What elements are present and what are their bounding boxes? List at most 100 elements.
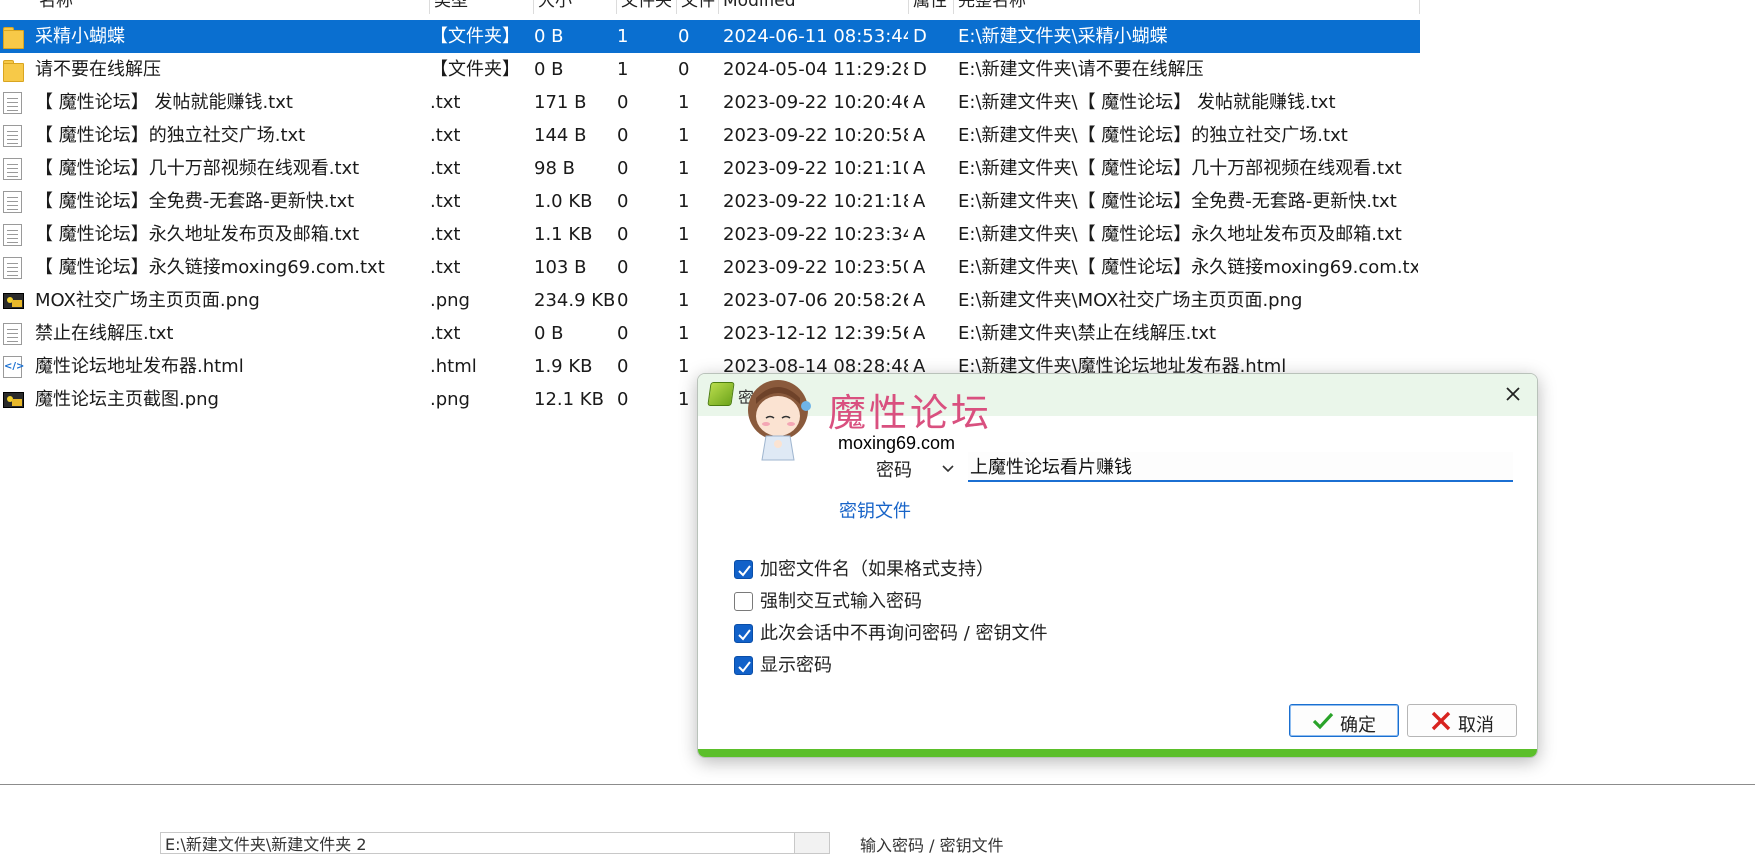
- modified-date: 2023-09-22 10:23:50: [723, 257, 908, 278]
- file-type: .txt: [430, 191, 461, 212]
- file-row[interactable]: 【 魔性论坛】全免费-无套路-更新快.txt .txt 1.0 KB 0 1 2023-0…: [0, 185, 1420, 218]
- text-file-icon: [3, 257, 22, 279]
- file-row[interactable]: 【 魔性论坛】几十万部视频在线观看.txt .txt 98 B 0 1 2023-09-2…: [0, 152, 1420, 185]
- checkbox-encrypt-filenames[interactable]: [734, 560, 753, 579]
- cancel-button[interactable]: 取消: [1407, 704, 1517, 737]
- folder-count: 0: [617, 290, 629, 311]
- file-size: 0 B: [534, 26, 564, 47]
- file-name: 【 魔性论坛】的独立社交广场.txt: [35, 125, 306, 146]
- folder-icon: [3, 26, 24, 49]
- checkbox-show-password[interactable]: [734, 656, 753, 675]
- full-path: E:\新建文件夹\【 魔性论坛】永久地址发布页及邮箱.txt: [958, 224, 1402, 245]
- file-name: 【 魔性论坛】永久地址发布页及邮箱.txt: [35, 224, 360, 245]
- column-header-type[interactable]: 类型: [430, 0, 534, 14]
- file-size: 0 B: [534, 59, 564, 80]
- file-row[interactable]: 采精小蝴蝶 【文件夹】 0 B 1 0 2024-06-11 08:53:44 D E:\新建…: [0, 20, 1420, 53]
- text-file-icon: [3, 224, 22, 246]
- folder-count: 0: [617, 191, 629, 212]
- password-input[interactable]: [968, 452, 1513, 482]
- file-type: .png: [430, 290, 470, 311]
- column-header-size[interactable]: 大小: [534, 0, 617, 14]
- folder-icon: [3, 59, 24, 82]
- modified-date: 2023-09-22 10:23:34: [723, 224, 908, 245]
- file-row[interactable]: MOX社交广场主页页面.png .png 234.9 KB 0 1 2023-07-06 …: [0, 284, 1420, 317]
- file-size: 1.9 KB: [534, 356, 593, 377]
- file-name: 【 魔性论坛】几十万部视频在线观看.txt: [35, 158, 360, 179]
- output-path-field[interactable]: E:\新建文件夹\新建文件夹 2: [160, 832, 796, 854]
- full-path: E:\新建文件夹\MOX社交广场主页页面.png: [958, 290, 1303, 311]
- folder-count: 0: [617, 158, 629, 179]
- cross-icon: [1431, 711, 1451, 731]
- file-row[interactable]: 【 魔性论坛】 发帖就能赚钱.txt .txt 171 B 0 1 2023-09-22 …: [0, 86, 1420, 119]
- file-name: MOX社交广场主页页面.png: [35, 290, 260, 311]
- file-count: 0: [678, 59, 690, 80]
- text-file-icon: [3, 92, 22, 114]
- folder-count: 1: [617, 59, 629, 80]
- file-type: .txt: [430, 92, 461, 113]
- file-size: 98 B: [534, 158, 575, 179]
- ok-label: 确定: [1340, 715, 1376, 736]
- password-hint: 输入密码 / 密钥文件: [860, 836, 1004, 855]
- column-header-full-path[interactable]: 完整名称: [954, 0, 1420, 14]
- file-type: .txt: [430, 257, 461, 278]
- file-name: 禁止在线解压.txt: [35, 323, 174, 344]
- file-name: 魔性论坛主页截图.png: [35, 389, 219, 410]
- file-count: 1: [678, 323, 690, 344]
- folder-count: 0: [617, 224, 629, 245]
- column-header-modified[interactable]: Modified: [719, 0, 909, 14]
- column-header-folders[interactable]: 文件夹: [617, 0, 677, 14]
- ok-button[interactable]: 确定: [1289, 704, 1399, 737]
- file-row[interactable]: 【 魔性论坛】的独立社交广场.txt .txt 144 B 0 1 2023-09-22 …: [0, 119, 1420, 152]
- modified-date: 2023-07-06 20:58:26: [723, 290, 908, 311]
- full-path: E:\新建文件夹\【 魔性论坛】 发帖就能赚钱.txt: [958, 92, 1336, 113]
- file-type: .txt: [430, 323, 461, 344]
- keyfile-link[interactable]: 密钥文件: [839, 497, 911, 523]
- text-file-icon: [3, 158, 22, 180]
- file-row[interactable]: 禁止在线解压.txt .txt 0 B 0 1 2023-12-12 12:39:56 A E…: [0, 317, 1420, 350]
- file-attributes: A: [913, 257, 926, 278]
- modified-date: 2023-09-22 10:20:58: [723, 125, 908, 146]
- dialog-accent-bar: [698, 749, 1537, 757]
- file-type: 【文件夹】: [430, 26, 520, 47]
- column-header-name[interactable]: 名称: [35, 0, 430, 14]
- file-size: 1.0 KB: [534, 191, 593, 212]
- file-attributes: A: [913, 191, 926, 212]
- folder-count: 0: [617, 92, 629, 113]
- option-label: 强制交互式输入密码: [760, 591, 922, 612]
- column-header-files[interactable]: 文件: [677, 0, 719, 14]
- html-file-icon: </>: [3, 356, 24, 378]
- full-path: E:\新建文件夹\【 魔性论坛】永久链接moxing69.com.txt: [958, 257, 1418, 278]
- modified-date: 2023-12-12 12:39:56: [723, 323, 908, 344]
- cancel-label: 取消: [1458, 715, 1494, 736]
- checkbox-force-interactive[interactable]: [734, 592, 753, 611]
- folder-count: 0: [617, 323, 629, 344]
- full-path: E:\新建文件夹\禁止在线解压.txt: [958, 323, 1217, 344]
- file-size: 12.1 KB: [534, 389, 604, 410]
- modified-date: 2023-09-22 10:21:18: [723, 191, 908, 212]
- browse-button[interactable]: [794, 832, 830, 854]
- file-count: 1: [678, 257, 690, 278]
- folder-count: 0: [617, 389, 629, 410]
- file-row[interactable]: 【 魔性论坛】永久链接moxing69.com.txt .txt 103 B 0 1 20…: [0, 251, 1420, 284]
- full-path: E:\新建文件夹\请不要在线解压: [958, 59, 1204, 80]
- file-count: 1: [678, 92, 690, 113]
- file-row[interactable]: 【 魔性论坛】永久地址发布页及邮箱.txt .txt 1.1 KB 0 1 2023-09…: [0, 218, 1420, 251]
- column-header-attributes[interactable]: 属性: [909, 0, 954, 14]
- folder-count: 0: [617, 257, 629, 278]
- file-size: 0 B: [534, 323, 564, 344]
- file-count: 1: [678, 224, 690, 245]
- file-attributes: D: [913, 59, 927, 80]
- option-label: 此次会话中不再询问密码 / 密钥文件: [760, 623, 1048, 644]
- file-list: 名称 类型 大小 文件夹 文件 Modified 属性 完整名称 采精小蝴蝶 【文…: [0, 0, 1420, 420]
- file-name: 请不要在线解压: [35, 59, 161, 80]
- file-size: 144 B: [534, 125, 587, 146]
- close-button[interactable]: [1497, 380, 1529, 410]
- file-name: 【 魔性论坛】 发帖就能赚钱.txt: [35, 92, 293, 113]
- password-mode-dropdown[interactable]: [938, 458, 958, 478]
- checkbox-remember-session[interactable]: [734, 624, 753, 643]
- file-attributes: A: [913, 92, 926, 113]
- file-row[interactable]: 请不要在线解压 【文件夹】 0 B 1 0 2024-05-04 11:29:28 D E:\…: [0, 53, 1420, 86]
- full-path: E:\新建文件夹\【 魔性论坛】全免费-无套路-更新快.txt: [958, 191, 1397, 212]
- close-icon: [1506, 387, 1520, 401]
- full-path: E:\新建文件夹\【 魔性论坛】几十万部视频在线观看.txt: [958, 158, 1402, 179]
